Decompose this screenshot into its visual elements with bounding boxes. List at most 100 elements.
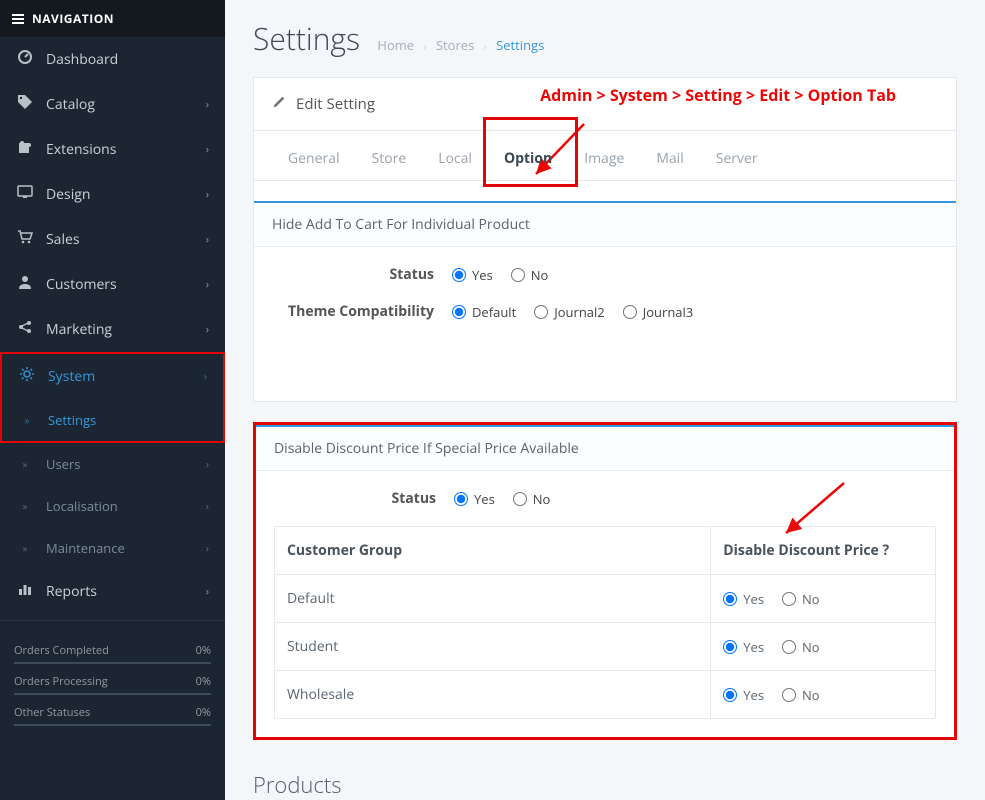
status-yes-radio[interactable]: Yes — [454, 490, 495, 508]
chevron-right-icon: › — [206, 322, 209, 337]
annotation-text: Admin > System > Setting > Edit > Option… — [540, 84, 896, 106]
nav-header: NAVIGATION — [0, 0, 225, 37]
status-row: Status Yes No — [272, 265, 938, 284]
radio-label: Default — [472, 303, 516, 321]
annotation-overlay: Admin > System > Setting > Edit > Option… — [254, 78, 956, 116]
nav-list: Dashboard Catalog › Extensions › — [0, 37, 225, 352]
sidebar: NAVIGATION Dashboard Catalog › Exte — [0, 0, 225, 800]
chevron-right-icon: › — [484, 39, 487, 53]
module-hide-add-to-cart: Hide Add To Cart For Individual Product … — [254, 201, 956, 357]
share-icon — [16, 319, 34, 340]
customer-group-table: Customer Group Disable Discount Price ? … — [274, 526, 936, 719]
sidebar-item-reports[interactable]: Reports › — [0, 569, 225, 614]
chevron-right-icon: › — [206, 499, 209, 514]
monitor-icon — [16, 184, 34, 205]
stat-bar — [14, 693, 211, 695]
radio-label: No — [531, 266, 549, 284]
page-header: Settings Home › Stores › Settings — [225, 0, 985, 77]
tab-store[interactable]: Store — [356, 137, 423, 180]
breadcrumb-current: Settings — [496, 36, 544, 54]
tab-option[interactable]: Option — [488, 137, 568, 180]
sidebar-subitem-localisation[interactable]: » Localisation › — [0, 485, 225, 527]
sidebar-item-catalog[interactable]: Catalog › — [0, 82, 225, 127]
breadcrumb-home[interactable]: Home — [377, 36, 414, 54]
double-chevron-icon: » — [18, 413, 36, 427]
sidebar-subitem-settings[interactable]: » Settings — [2, 399, 223, 441]
double-chevron-icon: » — [16, 457, 34, 471]
th-disable-discount: Disable Discount Price ? — [711, 527, 936, 575]
sidebar-item-label: Settings — [48, 411, 96, 429]
breadcrumb: Home › Stores › Settings — [377, 36, 544, 54]
stat-label: Orders Processing — [14, 674, 108, 689]
tag-icon — [16, 94, 34, 115]
sidebar-subitem-users[interactable]: » Users › — [0, 443, 225, 485]
td-group: Wholesale — [275, 671, 711, 719]
status-yes-radio[interactable]: Yes — [452, 266, 493, 284]
td-disable: Yes No — [711, 623, 936, 671]
radio-label: Journal3 — [643, 303, 694, 321]
stat-label: Other Statuses — [14, 705, 90, 720]
compat-journal2-radio[interactable]: Journal2 — [534, 303, 605, 321]
status-label: Status — [272, 265, 452, 284]
sidebar-item-label: Extensions — [46, 140, 116, 159]
hamburger-icon[interactable] — [12, 12, 24, 26]
row-no-radio[interactable]: No — [782, 590, 820, 608]
sidebar-item-label: Users — [46, 455, 80, 473]
radio-label: Journal2 — [554, 303, 605, 321]
stat-bar — [14, 662, 211, 664]
page-title: Settings — [253, 18, 360, 59]
gear-icon — [18, 366, 36, 387]
sidebar-item-customers[interactable]: Customers › — [0, 262, 225, 307]
stat-orders-completed: Orders Completed 0% — [14, 643, 211, 658]
sidebar-item-system[interactable]: System › — [2, 354, 223, 399]
status-no-radio[interactable]: No — [511, 266, 549, 284]
tab-image[interactable]: Image — [568, 137, 640, 180]
double-chevron-icon: » — [16, 541, 34, 555]
theme-compat-row: Theme Compatibility Default Journal2 Jou… — [272, 302, 938, 321]
chevron-right-icon: › — [206, 142, 209, 157]
sidebar-item-label: Marketing — [46, 320, 112, 339]
stat-other-statuses: Other Statuses 0% — [14, 705, 211, 720]
sidebar-item-marketing[interactable]: Marketing › — [0, 307, 225, 352]
row-no-radio[interactable]: No — [782, 686, 820, 704]
radio-label: No — [802, 590, 820, 608]
status-no-radio[interactable]: No — [513, 490, 551, 508]
row-no-radio[interactable]: No — [782, 638, 820, 656]
td-group: Default — [275, 575, 711, 623]
stat-bar — [14, 724, 211, 726]
tab-mail[interactable]: Mail — [640, 137, 699, 180]
sidebar-item-label: Sales — [46, 230, 80, 249]
radio-label: Yes — [472, 266, 493, 284]
row-yes-radio[interactable]: Yes — [723, 686, 764, 704]
compat-default-radio[interactable]: Default — [452, 303, 516, 321]
module-title: Disable Discount Price If Special Price … — [256, 425, 954, 471]
edit-setting-panel: Admin > System > Setting > Edit > Option… — [253, 77, 957, 402]
tab-general[interactable]: General — [272, 137, 356, 180]
chevron-right-icon: › — [206, 584, 209, 599]
sidebar-subitem-maintenance[interactable]: » Maintenance › — [0, 527, 225, 569]
status-label: Status — [274, 489, 454, 508]
table-row: Student Yes No — [275, 623, 936, 671]
stat-label: Orders Completed — [14, 643, 109, 658]
row-yes-radio[interactable]: Yes — [723, 590, 764, 608]
compat-journal3-radio[interactable]: Journal3 — [623, 303, 694, 321]
radio-label: No — [802, 638, 820, 656]
tabs: General Store Local Option Image Mail Se… — [254, 131, 956, 181]
sidebar-item-label: Dashboard — [46, 50, 118, 69]
sidebar-item-extensions[interactable]: Extensions › — [0, 127, 225, 172]
module-title: Hide Add To Cart For Individual Product — [254, 201, 956, 247]
tab-local[interactable]: Local — [422, 137, 488, 180]
sidebar-item-design[interactable]: Design › — [0, 172, 225, 217]
row-yes-radio[interactable]: Yes — [723, 638, 764, 656]
sidebar-item-sales[interactable]: Sales › — [0, 217, 225, 262]
sidebar-item-dashboard[interactable]: Dashboard — [0, 37, 225, 82]
radio-label: No — [533, 490, 551, 508]
tab-server[interactable]: Server — [700, 137, 774, 180]
breadcrumb-stores[interactable]: Stores — [436, 36, 474, 54]
chevron-right-icon: › — [204, 369, 207, 384]
td-group: Student — [275, 623, 711, 671]
sidebar-item-label: Reports — [46, 582, 97, 601]
table-row: Wholesale Yes No — [275, 671, 936, 719]
stat-orders-processing: Orders Processing 0% — [14, 674, 211, 689]
stat-value: 0% — [196, 643, 211, 658]
